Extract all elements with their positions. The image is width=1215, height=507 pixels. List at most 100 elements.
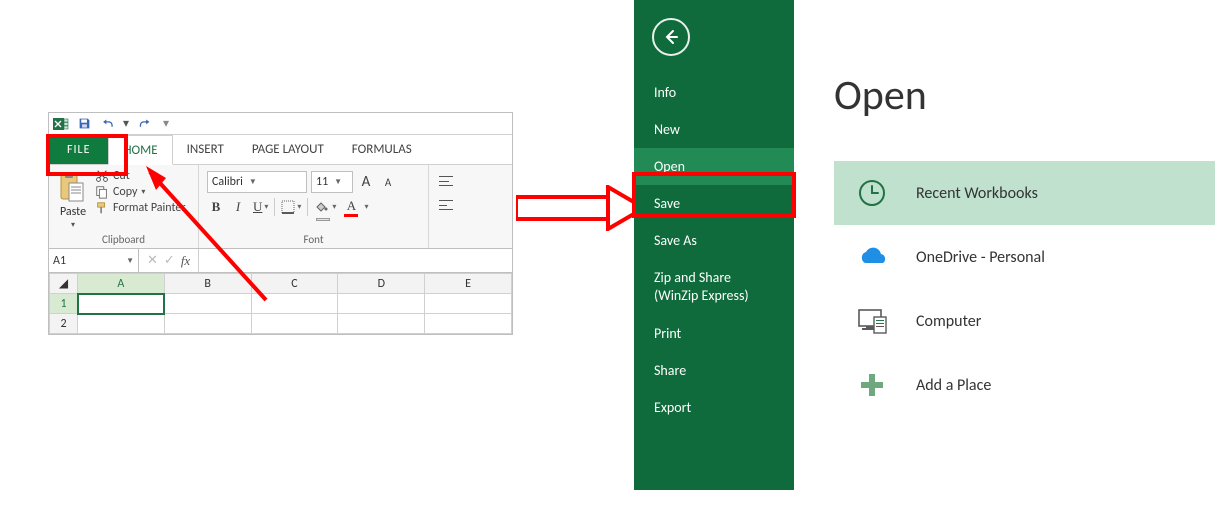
nav-open[interactable]: Open xyxy=(634,148,794,185)
name-box-value: A1 xyxy=(53,254,66,268)
copy-caret-icon[interactable]: ▾ xyxy=(141,188,145,196)
qat-undo-icon[interactable] xyxy=(99,114,117,134)
italic-button[interactable]: I xyxy=(229,197,247,217)
font-size-combo[interactable]: 11 ▼ xyxy=(311,171,353,193)
bucket-icon xyxy=(314,201,328,213)
copy-button[interactable]: Copy ▾ xyxy=(95,185,186,199)
formula-bar: A1 ▼ ✕ ✓ fx xyxy=(49,249,512,273)
backstage-content: Open Recent Workbooks OneDrive - Persona… xyxy=(794,0,1215,490)
column-header[interactable]: E xyxy=(425,274,512,294)
cloud-icon xyxy=(854,239,890,275)
paste-button[interactable]: Paste ▾ xyxy=(57,169,89,231)
font-color-button[interactable]: A xyxy=(342,197,360,217)
row-header[interactable]: 1 xyxy=(50,294,78,314)
nav-save-as[interactable]: Save As xyxy=(634,222,794,259)
enter-formula-icon[interactable]: ✓ xyxy=(164,253,175,268)
font-color-swatch xyxy=(344,214,358,217)
row-header[interactable]: 2 xyxy=(50,314,78,334)
group-font: Calibri ▼ 11 ▼ A A B I U▾ xyxy=(199,165,429,248)
cell[interactable] xyxy=(425,314,512,334)
grow-font-button[interactable]: A xyxy=(357,172,375,192)
fx-icon[interactable]: fx xyxy=(181,253,190,269)
tab-file[interactable]: FILE xyxy=(49,135,108,164)
ribbon-tabs: FILE HOME INSERT PAGE LAYOUT FORMULAS xyxy=(49,135,512,165)
nav-share[interactable]: Share xyxy=(634,352,794,389)
tab-home[interactable]: HOME xyxy=(108,135,172,165)
name-box[interactable]: A1 ▼ xyxy=(49,249,139,272)
chevron-down-icon: ▾ xyxy=(264,202,268,212)
tab-page-layout[interactable]: PAGE LAYOUT xyxy=(238,135,338,164)
fill-color-swatch xyxy=(316,218,330,221)
clipboard-group-label: Clipboard xyxy=(57,231,190,246)
align-top-button[interactable] xyxy=(437,171,457,191)
place-add[interactable]: Add a Place xyxy=(834,353,1215,417)
nav-print[interactable]: Print xyxy=(634,315,794,352)
cut-button[interactable]: Cut xyxy=(95,169,186,183)
clock-icon xyxy=(854,175,890,211)
chevron-down-icon[interactable]: ▾ xyxy=(364,202,368,212)
cell[interactable] xyxy=(164,294,251,314)
underline-label: U xyxy=(253,199,262,215)
backstage-nav: Info New Open Save Save As Zip and Share… xyxy=(634,0,794,490)
group-alignment xyxy=(429,165,465,248)
cell[interactable] xyxy=(338,314,425,334)
plus-icon xyxy=(854,367,890,403)
format-painter-label: Format Painter xyxy=(113,201,186,215)
arrow-left-icon xyxy=(661,27,681,47)
cancel-formula-icon[interactable]: ✕ xyxy=(147,253,158,268)
font-name-combo[interactable]: Calibri ▼ xyxy=(207,171,307,193)
shrink-font-button[interactable]: A xyxy=(379,172,397,192)
chevron-down-icon: ▼ xyxy=(126,256,134,266)
chevron-down-icon: ▾ xyxy=(297,202,301,212)
qat-undo-caret-icon[interactable]: ▾ xyxy=(123,118,129,130)
place-computer[interactable]: Computer xyxy=(834,289,1215,353)
font-group-label: Font xyxy=(207,231,420,246)
place-recent-label: Recent Workbooks xyxy=(916,184,1038,203)
format-painter-button[interactable]: Format Painter xyxy=(95,201,186,215)
copy-label: Copy xyxy=(113,185,137,199)
cell[interactable] xyxy=(251,314,338,334)
qat-customize-caret-icon[interactable]: ▾ xyxy=(163,118,169,130)
borders-button[interactable]: ▾ xyxy=(279,197,303,217)
tab-formulas[interactable]: FORMULAS xyxy=(338,135,426,164)
formula-input[interactable] xyxy=(198,249,512,272)
nav-new[interactable]: New xyxy=(634,111,794,148)
group-clipboard: Paste ▾ Cut Copy ▾ Format Pain xyxy=(49,165,199,248)
border-icon xyxy=(281,200,295,214)
column-header[interactable]: B xyxy=(164,274,251,294)
place-recent[interactable]: Recent Workbooks xyxy=(834,161,1215,225)
nav-info[interactable]: Info xyxy=(634,74,794,111)
back-button[interactable] xyxy=(652,18,690,56)
place-add-label: Add a Place xyxy=(916,376,991,395)
cell[interactable] xyxy=(338,294,425,314)
paste-caret-icon[interactable]: ▾ xyxy=(71,221,75,229)
nav-zip-share[interactable]: Zip and Share (WinZip Express) xyxy=(634,259,794,315)
nav-save[interactable]: Save xyxy=(634,185,794,222)
column-header[interactable]: A xyxy=(78,274,165,294)
column-header[interactable]: D xyxy=(338,274,425,294)
cell[interactable] xyxy=(251,294,338,314)
place-onedrive[interactable]: OneDrive - Personal xyxy=(834,225,1215,289)
column-header[interactable]: C xyxy=(251,274,338,294)
qat-save-icon[interactable] xyxy=(75,114,93,134)
cell-a1[interactable] xyxy=(78,294,165,314)
bold-button[interactable]: B xyxy=(207,197,225,217)
cell[interactable] xyxy=(78,314,165,334)
nav-export[interactable]: Export xyxy=(634,389,794,426)
qat-redo-icon[interactable] xyxy=(135,114,153,134)
tab-insert[interactable]: INSERT xyxy=(173,135,238,164)
font-size-value: 11 xyxy=(316,175,328,189)
ribbon: Paste ▾ Cut Copy ▾ Format Pain xyxy=(49,165,512,249)
quick-access-toolbar: ▾ ▾ xyxy=(49,113,512,135)
fill-color-button[interactable]: ▾ xyxy=(312,197,338,217)
worksheet-grid[interactable]: ◢ A B C D E 1 2 xyxy=(49,273,512,334)
excel-window: ▾ ▾ FILE HOME INSERT PAGE LAYOUT FORMULA… xyxy=(48,112,513,335)
place-computer-label: Computer xyxy=(916,312,981,331)
excel-app-icon xyxy=(53,116,69,132)
backstage-view: Info New Open Save Save As Zip and Share… xyxy=(634,0,1215,490)
align-left-button[interactable] xyxy=(437,195,457,215)
cell[interactable] xyxy=(164,314,251,334)
cell[interactable] xyxy=(425,294,512,314)
select-all-corner[interactable]: ◢ xyxy=(50,274,78,294)
underline-button[interactable]: U▾ xyxy=(251,197,270,217)
